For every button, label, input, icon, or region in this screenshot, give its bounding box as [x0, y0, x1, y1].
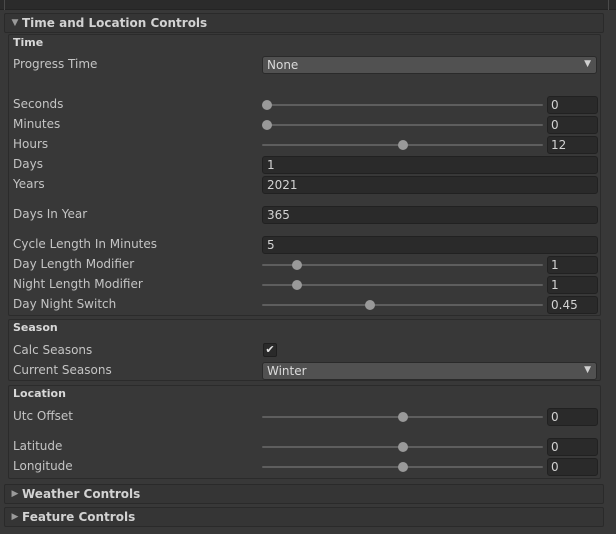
hours-row: Hours 12: [13, 136, 599, 155]
foldout-collapsed-icon: ▶: [11, 512, 19, 522]
day-length-input[interactable]: 1: [547, 256, 598, 274]
field-label: Days: [13, 157, 43, 171]
slider-track: [262, 304, 543, 306]
days-in-year-input[interactable]: 365: [262, 206, 598, 224]
latitude-row: Latitude 0: [13, 438, 599, 457]
field-label: Longitude: [13, 459, 73, 473]
latitude-input[interactable]: 0: [547, 438, 598, 456]
section-title-season: Season: [13, 321, 58, 334]
time-location-foldout-header[interactable]: ▼ Time and Location Controls: [4, 13, 604, 33]
foldout-title: Feature Controls: [22, 510, 136, 524]
field-label: Seconds: [13, 97, 64, 111]
slider-thumb[interactable]: [262, 120, 272, 130]
foldout-title: Weather Controls: [22, 487, 141, 501]
calc-seasons-row: Calc Seasons ✔: [13, 342, 599, 361]
field-label: Current Seasons: [13, 363, 112, 377]
strip-divider: [608, 0, 609, 10]
field-label: Progress Time: [13, 57, 98, 71]
dropdown-caret-icon: ▼: [584, 59, 591, 69]
longitude-slider[interactable]: [262, 458, 543, 476]
slider-thumb[interactable]: [262, 100, 272, 110]
progress-time-dropdown[interactable]: None ▼: [262, 56, 597, 74]
utc-offset-slider[interactable]: [262, 408, 543, 426]
utc-offset-row: Utc Offset 0: [13, 408, 599, 427]
day-night-switch-input[interactable]: 0.45: [547, 296, 598, 314]
field-label: Years: [13, 177, 45, 191]
section-title-location: Location: [13, 387, 66, 400]
seconds-slider[interactable]: [262, 96, 543, 114]
days-in-year-row: Days In Year 365: [13, 206, 599, 225]
section-title-time: Time: [13, 36, 44, 49]
day-night-switch-slider[interactable]: [262, 296, 543, 314]
dropdown-value: None: [267, 58, 299, 72]
slider-track: [262, 264, 543, 266]
field-label: Cycle Length In Minutes: [13, 237, 158, 251]
day-length-slider[interactable]: [262, 256, 543, 274]
night-length-input[interactable]: 1: [547, 276, 598, 294]
checkmark-icon: ✔: [265, 343, 275, 356]
minutes-input[interactable]: 0: [547, 116, 598, 134]
slider-track: [262, 124, 543, 126]
hours-input[interactable]: 12: [547, 136, 598, 154]
seconds-row: Seconds 0: [13, 96, 599, 115]
slider-thumb[interactable]: [397, 412, 408, 422]
slider-thumb[interactable]: [397, 442, 408, 452]
years-row: Years 2021: [13, 176, 599, 195]
dropdown-value: Winter: [267, 364, 307, 378]
days-input[interactable]: 1: [262, 156, 598, 174]
current-seasons-dropdown[interactable]: Winter ▼: [262, 362, 597, 380]
dropdown-caret-icon: ▼: [584, 365, 591, 375]
foldout-title: Time and Location Controls: [22, 16, 208, 30]
field-label: Day Length Modifier: [13, 257, 135, 271]
cycle-length-row: Cycle Length In Minutes 5: [13, 236, 599, 255]
seconds-input[interactable]: 0: [547, 96, 598, 114]
utc-offset-input[interactable]: 0: [547, 408, 598, 426]
field-label: Hours: [13, 137, 49, 151]
slider-thumb[interactable]: [291, 260, 302, 270]
day-night-switch-row: Day Night Switch 0.45: [13, 296, 599, 315]
slider-thumb[interactable]: [364, 300, 375, 310]
field-label: Latitude: [13, 439, 63, 453]
minutes-slider[interactable]: [262, 116, 543, 134]
slider-track: [262, 284, 543, 286]
slider-track: [262, 104, 543, 106]
cycle-length-input[interactable]: 5: [262, 236, 598, 254]
field-label: Utc Offset: [13, 409, 73, 423]
years-input[interactable]: 2021: [262, 176, 598, 194]
field-label: Day Night Switch: [13, 297, 117, 311]
slider-thumb[interactable]: [397, 140, 408, 150]
night-length-slider[interactable]: [262, 276, 543, 294]
progress-time-row: Progress Time None ▼: [13, 56, 599, 75]
field-label: Calc Seasons: [13, 343, 93, 357]
weather-controls-foldout-header[interactable]: ▶ Weather Controls: [4, 484, 604, 504]
night-length-row: Night Length Modifier 1: [13, 276, 599, 295]
longitude-row: Longitude 0: [13, 458, 599, 477]
field-label: Night Length Modifier: [13, 277, 143, 291]
day-length-row: Day Length Modifier 1: [13, 256, 599, 275]
feature-controls-foldout-header[interactable]: ▶ Feature Controls: [4, 507, 604, 527]
strip-divider: [4, 0, 5, 10]
field-label: Days In Year: [13, 207, 88, 221]
slider-thumb[interactable]: [397, 462, 408, 472]
slider-thumb[interactable]: [291, 280, 302, 290]
foldout-expanded-icon: ▼: [11, 18, 19, 28]
top-inspector-strip: [0, 0, 616, 10]
hours-slider[interactable]: [262, 136, 543, 154]
field-label: Minutes: [13, 117, 61, 131]
calc-seasons-checkbox[interactable]: ✔: [263, 343, 277, 357]
minutes-row: Minutes 0: [13, 116, 599, 135]
days-row: Days 1: [13, 156, 599, 175]
current-seasons-row: Current Seasons Winter ▼: [13, 362, 599, 381]
latitude-slider[interactable]: [262, 438, 543, 456]
longitude-input[interactable]: 0: [547, 458, 598, 476]
foldout-collapsed-icon: ▶: [11, 489, 19, 499]
